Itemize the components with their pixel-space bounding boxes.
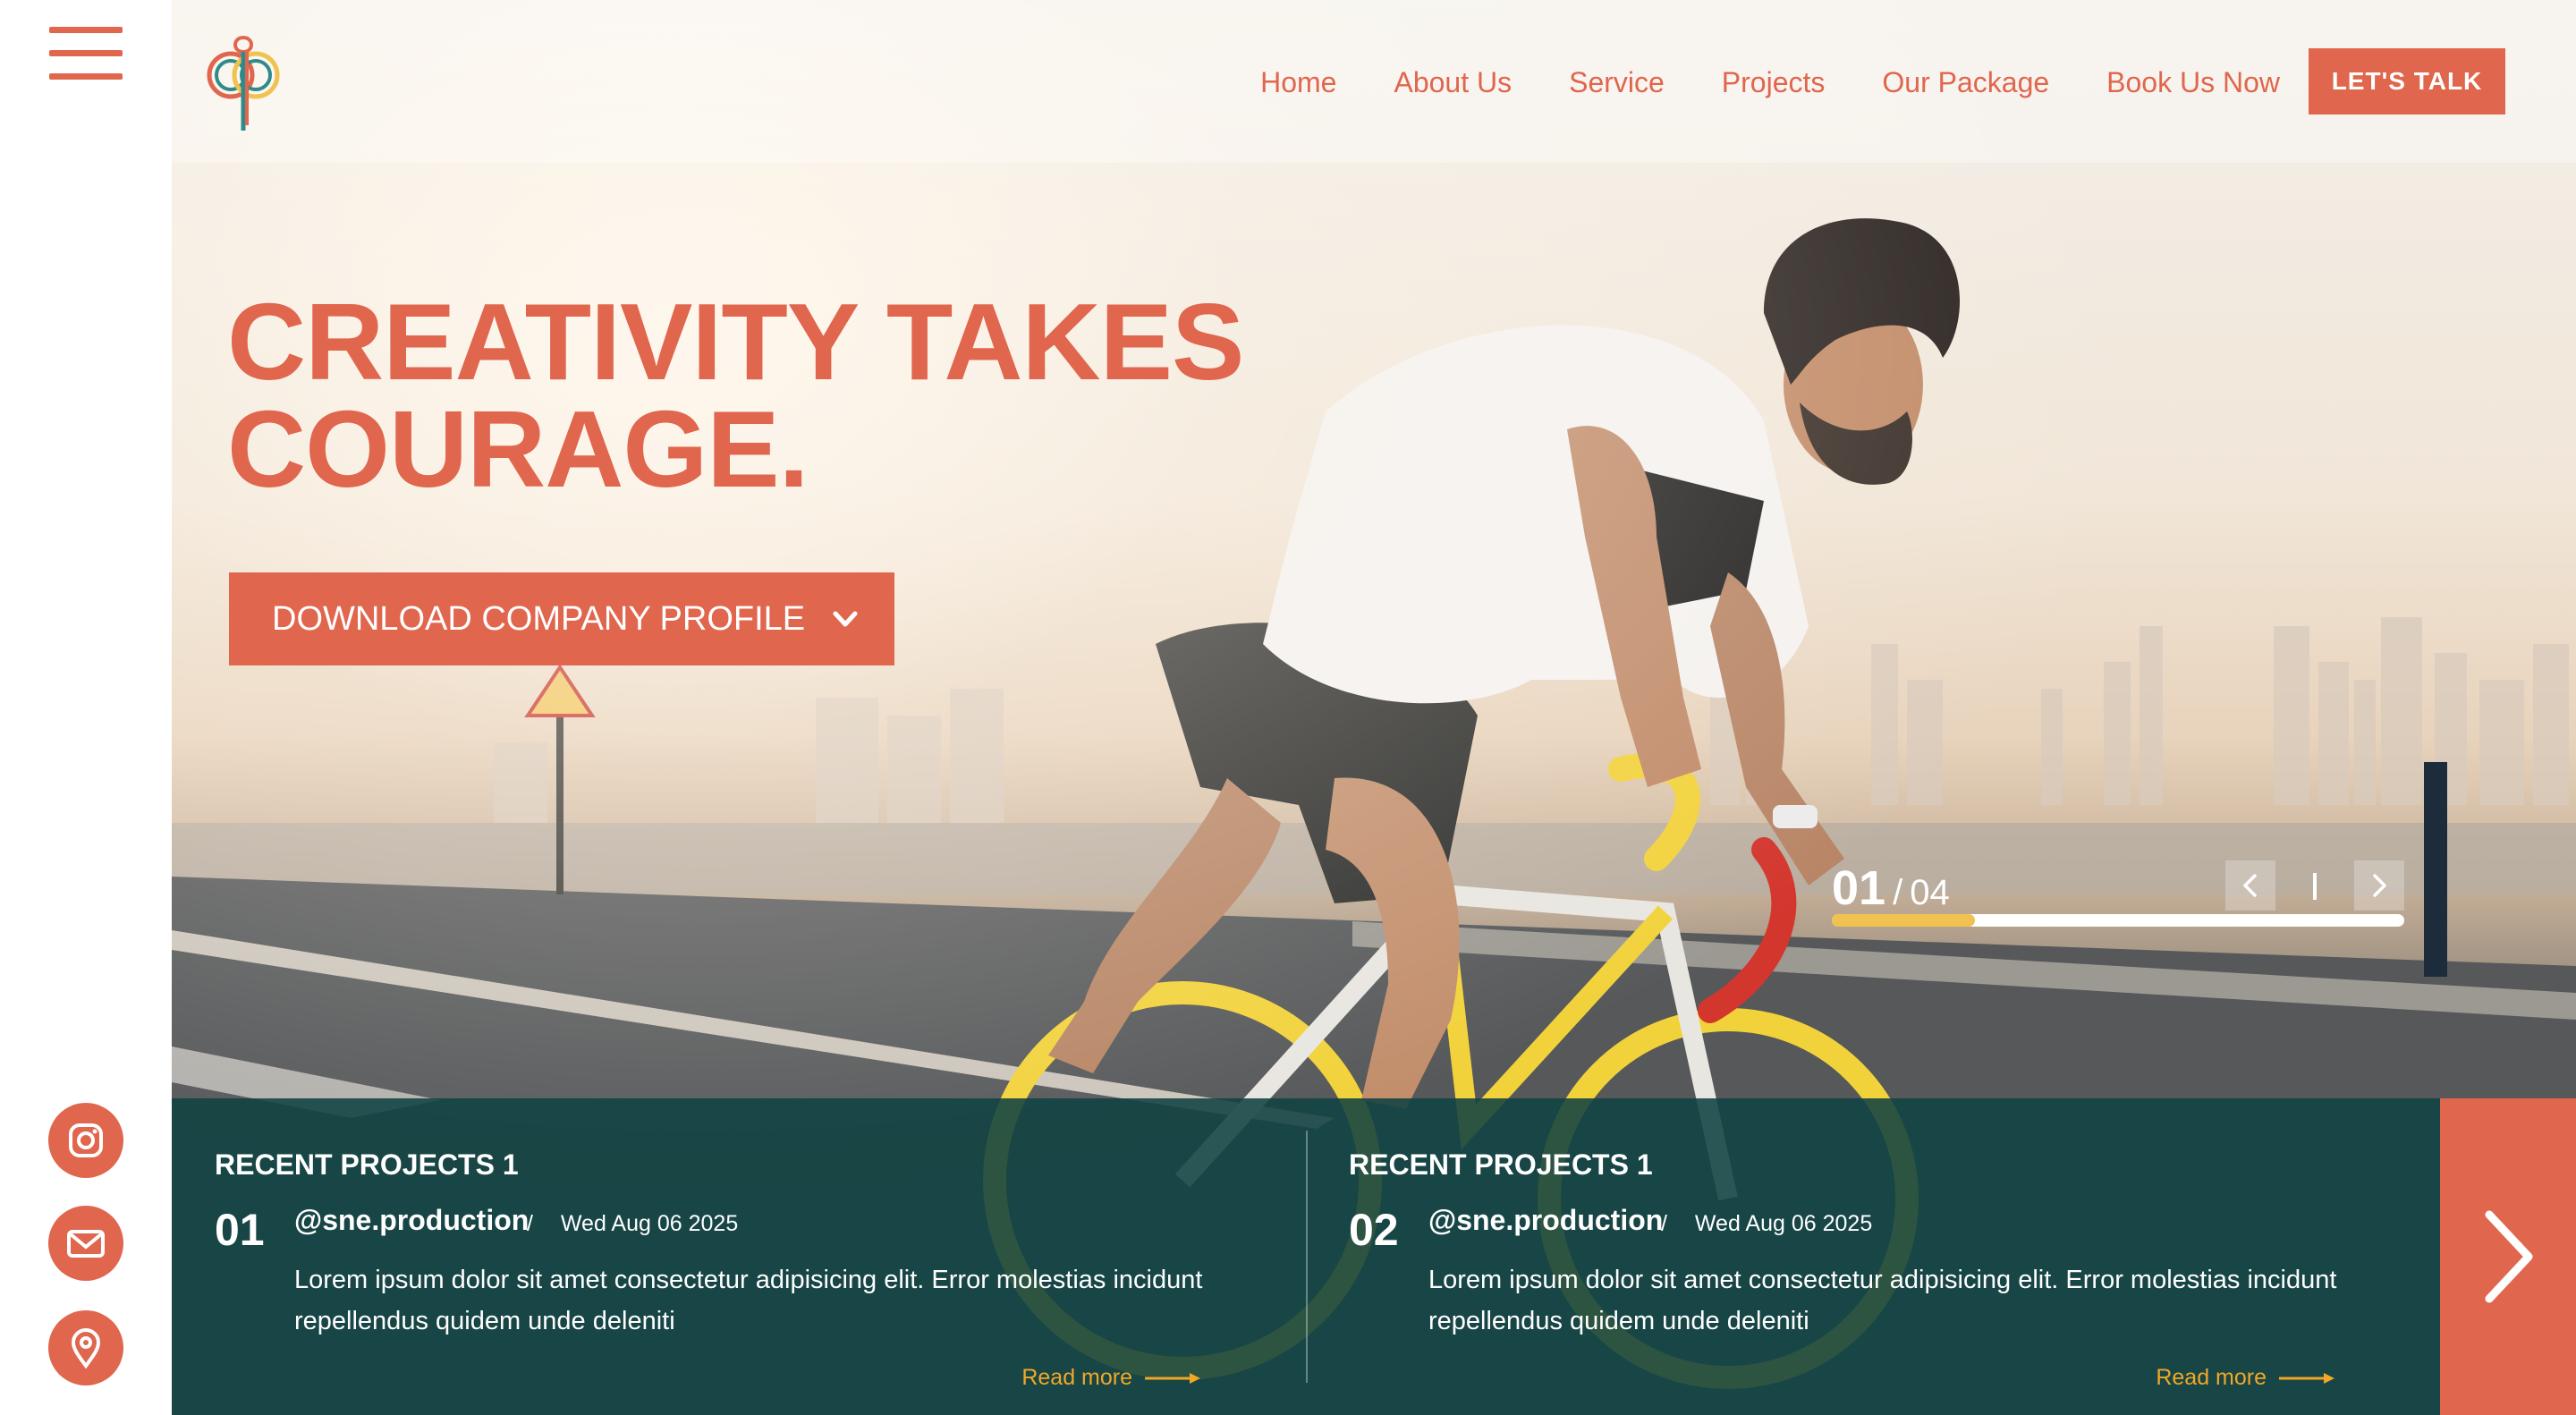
download-label: DOWNLOAD COMPANY PROFILE — [272, 599, 806, 638]
location-pin-icon[interactable] — [48, 1310, 123, 1385]
slide-progress-fill — [1832, 914, 1975, 927]
slide-progress-bar — [1832, 914, 2404, 927]
project-heading: RECENT PROJECTS 1 — [1349, 1148, 1653, 1181]
arrow-right-icon — [1145, 1372, 1200, 1384]
nav-home[interactable]: Home — [1260, 64, 1336, 100]
project-date: Wed Aug 06 2025 — [560, 1211, 739, 1236]
menu-bar — [49, 73, 123, 80]
left-rail — [0, 0, 172, 1415]
project-date-block: / Wed Aug 06 2025 — [1661, 1211, 1872, 1237]
project-handle[interactable]: @sne.production — [294, 1204, 529, 1237]
project-handle[interactable]: @sne.production — [1428, 1204, 1663, 1237]
project-date: Wed Aug 06 2025 — [1694, 1211, 1873, 1236]
slide-total: 04 — [1910, 873, 1950, 912]
chevron-left-icon — [2243, 874, 2257, 897]
chevron-right-icon — [2485, 1210, 2533, 1303]
main-nav: Home About Us Service Projects Our Packa… — [1203, 64, 2280, 100]
download-company-profile-button[interactable]: DOWNLOAD COMPANY PROFILE — [229, 572, 894, 665]
menu-bar — [49, 27, 123, 33]
nav-our-package[interactable]: Our Package — [1882, 64, 2049, 100]
location-glyph — [71, 1328, 101, 1369]
headline-line-1: CREATIVITY TAKES — [227, 281, 1244, 402]
mail-glyph — [67, 1230, 105, 1258]
instagram-glyph — [69, 1123, 103, 1157]
chevron-down-icon — [833, 611, 858, 627]
project-heading: RECENT PROJECTS 1 — [215, 1148, 519, 1181]
read-more-link[interactable]: Read more — [1021, 1365, 1202, 1391]
read-more-label: Read more — [2156, 1365, 2267, 1390]
slide-counter: 01 / 04 — [1832, 860, 1950, 916]
project-card: RECENT PROJECTS 1 01 @sne.production / W… — [172, 1098, 1245, 1415]
instagram-icon[interactable] — [48, 1103, 123, 1178]
brand-logo[interactable] — [195, 25, 288, 136]
nav-about-us[interactable]: About Us — [1394, 64, 1512, 100]
mail-icon[interactable] — [48, 1206, 123, 1281]
project-number: 02 — [1349, 1205, 1399, 1255]
slide-next-button[interactable] — [2354, 860, 2404, 911]
chevron-right-icon — [2373, 874, 2386, 897]
nav-projects[interactable]: Projects — [1722, 64, 1826, 100]
menu-bar — [49, 50, 123, 56]
headline-line-2: COURAGE. — [227, 388, 809, 510]
project-description: Lorem ipsum dolor sit amet consectetur a… — [1428, 1266, 2337, 1335]
slide-controls-divider — [2313, 873, 2317, 900]
slide-prev-button[interactable] — [2225, 860, 2275, 911]
date-separator: / — [527, 1211, 533, 1236]
recent-projects-band: RECENT PROJECTS 1 01 @sne.production / W… — [172, 1098, 2440, 1415]
hero-headline: CREATIVITY TAKES COURAGE. — [227, 281, 1244, 510]
lets-talk-button[interactable]: LET'S TALK — [2309, 48, 2505, 114]
project-date-block: / Wed Aug 06 2025 — [527, 1211, 738, 1237]
projects-next-button[interactable] — [2440, 1098, 2576, 1415]
nav-book-us-now[interactable]: Book Us Now — [2106, 64, 2280, 100]
slide-current: 01 — [1832, 861, 1886, 915]
project-number: 01 — [215, 1205, 265, 1255]
slide-separator: / — [1893, 873, 1903, 912]
date-separator: / — [1661, 1211, 1667, 1236]
nav-service[interactable]: Service — [1569, 64, 1665, 100]
read-more-link[interactable]: Read more — [2156, 1365, 2336, 1391]
project-description: Lorem ipsum dolor sit amet consectetur a… — [294, 1266, 1203, 1335]
arrow-right-icon — [2279, 1372, 2334, 1384]
hamburger-menu-icon[interactable] — [49, 27, 123, 80]
read-more-label: Read more — [1021, 1365, 1132, 1390]
project-card: RECENT PROJECTS 1 02 @sne.production / W… — [1306, 1098, 2379, 1415]
